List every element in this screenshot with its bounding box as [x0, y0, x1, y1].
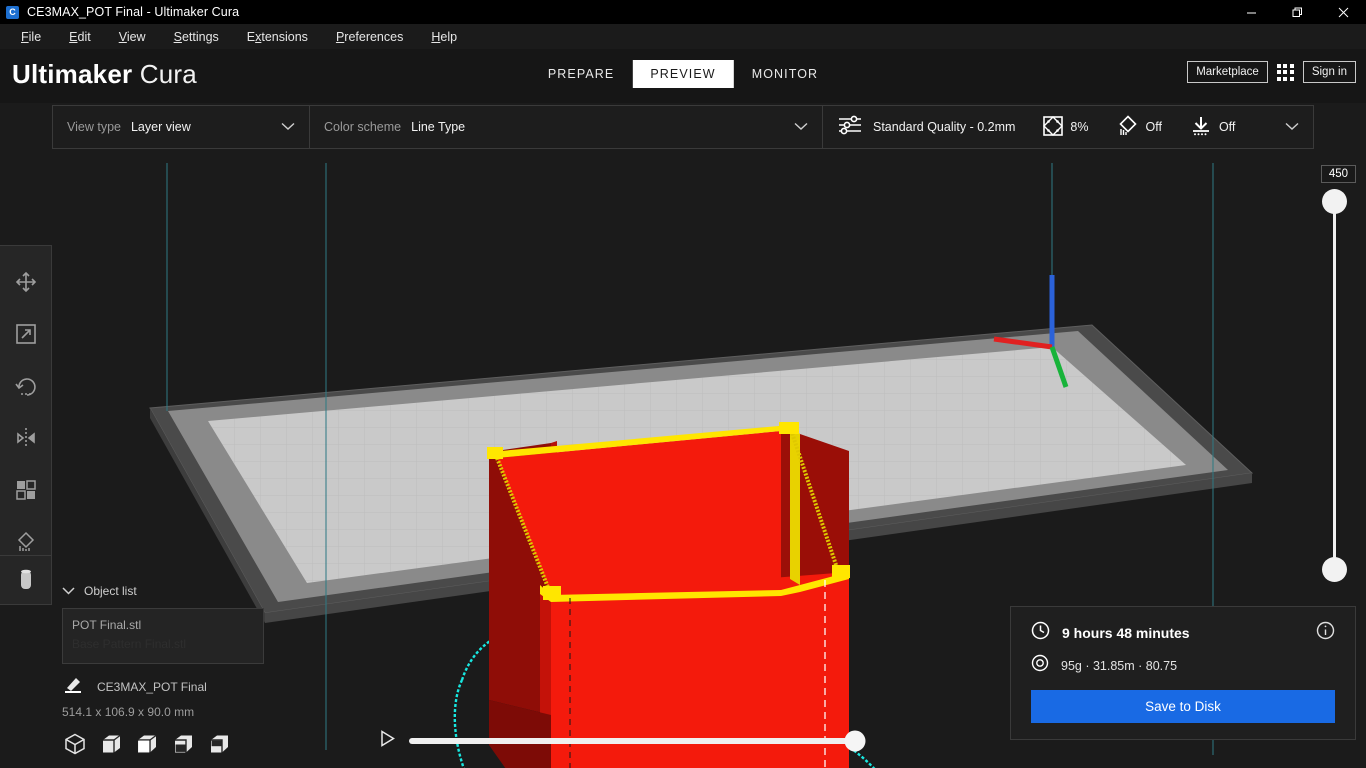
view-type-label: View type — [67, 120, 121, 134]
adhesion-value: Off — [1218, 120, 1236, 134]
tab-prepare[interactable]: PREPARE — [530, 60, 633, 88]
info-icon[interactable] — [1316, 621, 1335, 645]
print-time-row: 9 hours 48 minutes — [1031, 621, 1335, 645]
brand-logo: Ultimaker Cura — [12, 59, 197, 90]
title-bar: C CE3MAX_POT Final - Ultimaker Cura — [0, 0, 1366, 24]
sliders-icon — [837, 115, 863, 140]
clock-icon — [1031, 621, 1050, 645]
brand-ultimaker: Ultimaker — [12, 59, 133, 89]
menu-help-label: elp — [440, 29, 458, 44]
menu-preferences[interactable]: Preferences — [326, 27, 413, 47]
scale-tool[interactable] — [4, 308, 48, 360]
layer-slider-track[interactable] — [1333, 198, 1336, 570]
cura-application-window: C CE3MAX_POT Final - Ultimaker Cura File — [0, 0, 1366, 768]
view-left-icon[interactable] — [172, 733, 194, 760]
minimize-icon[interactable] — [1228, 0, 1274, 24]
sign-in-button[interactable]: Sign in — [1302, 61, 1356, 83]
adhesion-stat[interactable]: Off — [1190, 116, 1235, 139]
view-right-icon[interactable] — [208, 733, 230, 760]
menu-extensions-label: tensions — [261, 29, 308, 44]
chevron-down-icon[interactable] — [1285, 118, 1299, 136]
menu-extensions[interactable]: Extensions — [237, 27, 318, 47]
menu-file[interactable]: File — [11, 27, 51, 47]
material-row: 95g · 31.85m · 80.75 — [1031, 654, 1335, 677]
support-stat[interactable]: Off — [1117, 114, 1162, 140]
view-front-icon[interactable] — [100, 733, 122, 760]
print-setup-selector[interactable]: Standard Quality - 0.2mm 8% Off Off — [823, 106, 1313, 148]
support-icon — [1117, 114, 1139, 140]
print-info-panel: 9 hours 48 minutes 95g · 31.85m · 80.75 … — [1010, 606, 1356, 740]
simulation-slider-track[interactable] — [409, 730, 866, 752]
layer-number-badge[interactable]: 450 — [1320, 165, 1356, 183]
view-settings-bar: View type Layer view Color scheme Line T… — [52, 105, 1314, 149]
infill-value: 8% — [1070, 120, 1089, 134]
infill-icon — [1043, 115, 1064, 139]
window-controls — [1228, 0, 1366, 24]
object-list-label: Object list — [84, 584, 137, 598]
pen-icon — [64, 676, 83, 698]
per-model-settings-tool[interactable] — [4, 464, 48, 516]
model-tools-toolbar — [0, 245, 52, 579]
mirror-tool[interactable] — [4, 412, 48, 464]
menu-file-label: ile — [28, 29, 42, 44]
color-scheme-dropdown[interactable]: Color scheme Line Type — [310, 106, 822, 148]
menu-edit-label: dit — [77, 29, 91, 44]
printer-name-row: CE3MAX_POT Final — [52, 664, 274, 698]
printer-name: CE3MAX_POT Final — [97, 680, 207, 694]
menu-view[interactable]: View — [109, 27, 156, 47]
play-icon[interactable] — [380, 730, 395, 752]
layer-slider-lower-handle[interactable] — [1322, 557, 1347, 582]
object-list-panel: Object list POT Final.stl Base Pattern F… — [52, 576, 274, 768]
menu-preferences-label: references — [344, 29, 404, 44]
list-item[interactable]: POT Final.stl — [72, 616, 254, 635]
save-to-disk-button[interactable]: Save to Disk — [1031, 690, 1335, 723]
object-list[interactable]: POT Final.stl Base Pattern Final.stl — [62, 608, 264, 664]
chevron-down-icon — [794, 118, 808, 136]
menu-help[interactable]: Help — [421, 27, 467, 47]
view-3d-icon[interactable] — [64, 733, 86, 760]
tab-preview[interactable]: PREVIEW — [632, 60, 734, 88]
color-scheme-value: Line Type — [411, 120, 466, 134]
infill-stat[interactable]: 8% — [1043, 115, 1089, 139]
menu-settings-label: ettings — [181, 29, 219, 44]
menu-settings[interactable]: Settings — [164, 27, 229, 47]
rotate-tool[interactable] — [4, 360, 48, 412]
close-icon[interactable] — [1320, 0, 1366, 24]
view-top-icon[interactable] — [136, 733, 158, 760]
chevron-down-icon — [281, 118, 295, 136]
layer-slider-upper-handle[interactable] — [1322, 189, 1347, 214]
adhesion-icon — [1190, 116, 1212, 139]
move-tool[interactable] — [4, 256, 48, 308]
view-type-dropdown[interactable]: View type Layer view — [53, 106, 309, 148]
print-time-value: 9 hours 48 minutes — [1062, 625, 1190, 641]
menu-bar: File Edit View Settings Extensions Prefe… — [0, 24, 1366, 49]
filament-spool-icon — [1031, 654, 1049, 677]
view-type-value: Layer view — [130, 120, 191, 134]
camera-view-buttons — [52, 719, 274, 768]
menu-edit[interactable]: Edit — [59, 27, 101, 47]
list-item[interactable]: Base Pattern Final.stl — [72, 635, 254, 654]
chevron-down-icon — [62, 582, 75, 600]
menu-view-label: iew — [126, 29, 146, 44]
simulation-slider-handle[interactable] — [844, 730, 866, 752]
stage-tabs: PREPARE PREVIEW MONITOR — [530, 60, 836, 88]
restore-icon[interactable] — [1274, 0, 1320, 24]
brand-cura: Cura — [139, 59, 197, 89]
print-profile-value: Standard Quality - 0.2mm — [873, 120, 1016, 134]
layer-slider[interactable]: 450 — [1310, 165, 1356, 585]
window-title: CE3MAX_POT Final - Ultimaker Cura — [27, 5, 240, 19]
app-grid-icon[interactable] — [1276, 63, 1294, 81]
delete-tool[interactable] — [0, 555, 52, 605]
object-list-header[interactable]: Object list — [52, 576, 274, 606]
app-header: Ultimaker Cura PREPARE PREVIEW MONITOR M… — [0, 49, 1366, 103]
header-actions: Marketplace Sign in — [1187, 61, 1356, 83]
material-usage-value: 95g · 31.85m · 80.75 — [1061, 658, 1178, 673]
marketplace-button[interactable]: Marketplace — [1187, 61, 1268, 83]
tab-monitor[interactable]: MONITOR — [734, 60, 837, 88]
cura-icon: C — [6, 5, 19, 19]
simulation-slider — [380, 728, 866, 754]
support-value: Off — [1145, 120, 1162, 134]
model-dimensions: 514.1 x 106.9 x 90.0 mm — [62, 705, 195, 719]
color-scheme-label: Color scheme — [324, 120, 402, 134]
